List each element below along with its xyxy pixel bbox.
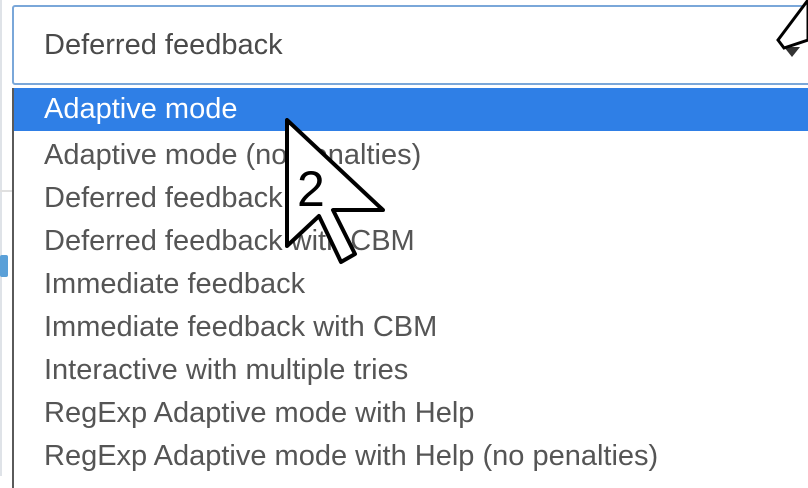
cursor-pointer-icon-1 [776, 0, 808, 50]
help-icon[interactable] [0, 255, 8, 277]
select-current-value: Deferred feedback [44, 29, 283, 61]
option-adaptive-mode-no-penalties[interactable]: Adaptive mode (no penalties) [14, 134, 808, 177]
cursor-pointer-icon-2: 2 [285, 118, 385, 264]
left-panel-border [0, 0, 2, 476]
question-behaviour-select[interactable]: Deferred feedback [12, 5, 808, 85]
option-deferred-feedback[interactable]: Deferred feedback [14, 177, 808, 220]
option-interactive-multiple-tries[interactable]: Interactive with multiple tries [14, 349, 808, 392]
option-immediate-feedback[interactable]: Immediate feedback [14, 263, 808, 306]
left-panel-divider [0, 190, 12, 192]
option-regexp-adaptive-help-no-penalties[interactable]: RegExp Adaptive mode with Help (no penal… [14, 435, 808, 478]
option-adaptive-mode[interactable]: Adaptive mode [14, 88, 808, 131]
dropdown-list: Adaptive mode Adaptive mode (no penaltie… [12, 88, 808, 488]
cursor-number-label: 2 [297, 161, 325, 217]
option-deferred-feedback-cbm[interactable]: Deferred feedback with CBM [14, 220, 808, 263]
option-regexp-adaptive-help[interactable]: RegExp Adaptive mode with Help [14, 392, 808, 435]
option-immediate-feedback-cbm[interactable]: Immediate feedback with CBM [14, 306, 808, 349]
